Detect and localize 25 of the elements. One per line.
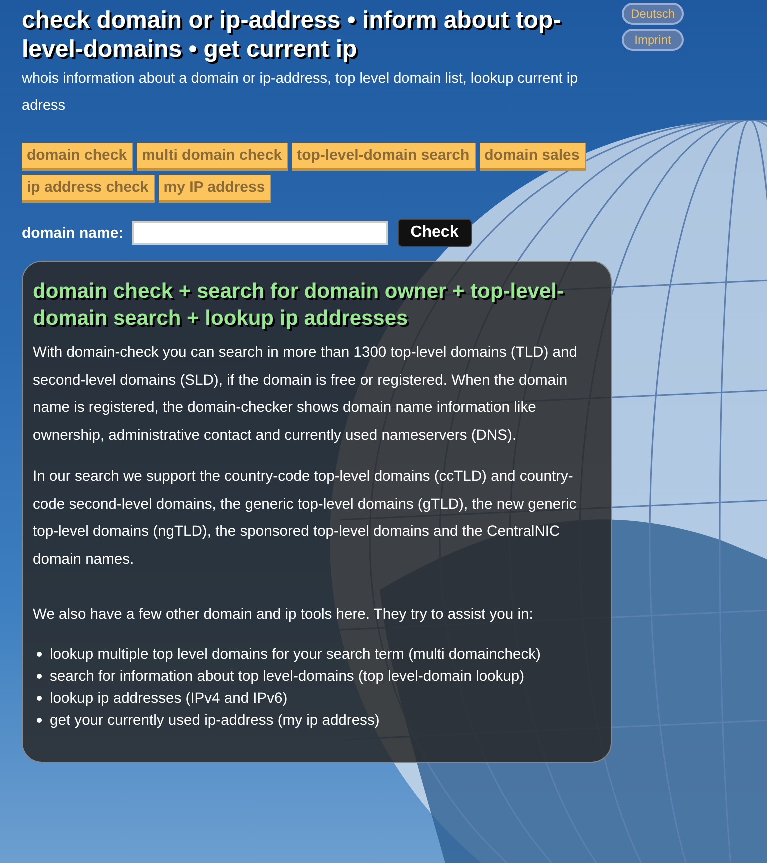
paragraph: With domain-check you can search in more than 1300 top-level domains (TLD) and second-level domains (SLD), if the domain is free or registered. When the domain name is registered, the domain-checker shows domain name information like ownership, administrative contact and currently used nameservers (DNS).: [33, 344, 578, 446]
nav-button[interactable]: multi domain check: [137, 143, 288, 171]
nav-button[interactable]: top-level-domain search: [292, 143, 476, 171]
list-item: lookup multiple top level domains for your search term (multi domaincheck): [50, 646, 541, 664]
panel-heading: domain check + search for domain owner + top-level-domain search + lookup ip addresses: [33, 279, 565, 332]
paragraph: In our search we support the country-code top-level domains (ccTLD) and country-code second-level domains, the generic top-level domains (gTLD), the new generic top-level domains (ngTLD), the sponsored top-level domains and the CentralNIC domain names.: [33, 468, 578, 570]
check-button[interactable]: Check: [398, 219, 472, 247]
bullet-icon: [37, 696, 42, 701]
page-subtitle: whois information about a domain or ip-address, top level domain list, lookup current ip adress: [22, 70, 580, 116]
bullet-icon: [37, 652, 42, 657]
list-item: search for information about top level-domains (top level-domain lookup): [50, 668, 525, 686]
domain-name-label: domain name:: [22, 224, 124, 242]
language-link[interactable]: Deutsch: [622, 3, 684, 25]
domain-name-field[interactable]: [132, 221, 388, 245]
nav-button[interactable]: domain sales: [480, 143, 586, 171]
bullet-icon: [37, 674, 42, 679]
page-title: check domain or ip-address • inform about top-level-domains • get current ip: [22, 6, 562, 64]
list-item: get your currently used ip-address (my ip address): [50, 712, 380, 730]
language-link[interactable]: Imprint: [622, 29, 684, 51]
paragraph: We also have a few other domain and ip tools here. They try to assist you in:: [33, 606, 534, 625]
bullet-icon: [37, 718, 42, 723]
nav-button[interactable]: my IP address: [158, 175, 272, 203]
list-item: lookup ip addresses (IPv4 and IPv6): [50, 690, 288, 708]
nav-button[interactable]: domain check: [22, 143, 134, 171]
nav-button[interactable]: ip address check: [22, 175, 155, 203]
